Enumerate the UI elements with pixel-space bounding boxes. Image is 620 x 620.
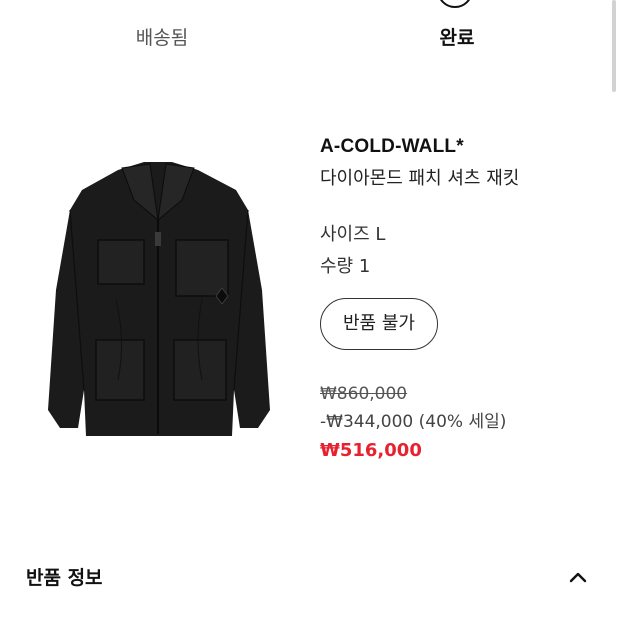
product-quantity: 수량 1 (320, 256, 371, 277)
chevron-up-icon[interactable] (566, 566, 590, 590)
step-shipped-label: 배송됨 (135, 27, 189, 49)
step-done-indicator (437, 0, 473, 8)
scrollbar[interactable] (612, 0, 616, 92)
return-info-section-toggle[interactable]: 반품 정보 (26, 562, 594, 594)
product-name[interactable]: 다이아몬드 패치 셔츠 재킷 (320, 166, 600, 192)
order-detail-page: 배송됨 완료 A-COLD-WALL* 다이아몬드 패치 셔츠 재킷 사이즈 L… (0, 0, 620, 620)
product-image[interactable] (26, 140, 290, 450)
discount-amount: -₩344,000 (40% 세일) (320, 412, 507, 432)
step-done-label: 완료 (439, 27, 475, 49)
product-info: A-COLD-WALL* 다이아몬드 패치 셔츠 재킷 사이즈 L 수량 1 반… (320, 134, 600, 464)
final-price: ₩516,000 (320, 440, 422, 461)
product-size: 사이즈 L (320, 224, 386, 245)
return-info-title: 반품 정보 (26, 567, 103, 589)
brand-name[interactable]: A-COLD-WALL* (320, 134, 600, 160)
return-unavailable-button[interactable]: 반품 불가 (320, 298, 438, 350)
original-price: ₩860,000 (320, 384, 408, 404)
